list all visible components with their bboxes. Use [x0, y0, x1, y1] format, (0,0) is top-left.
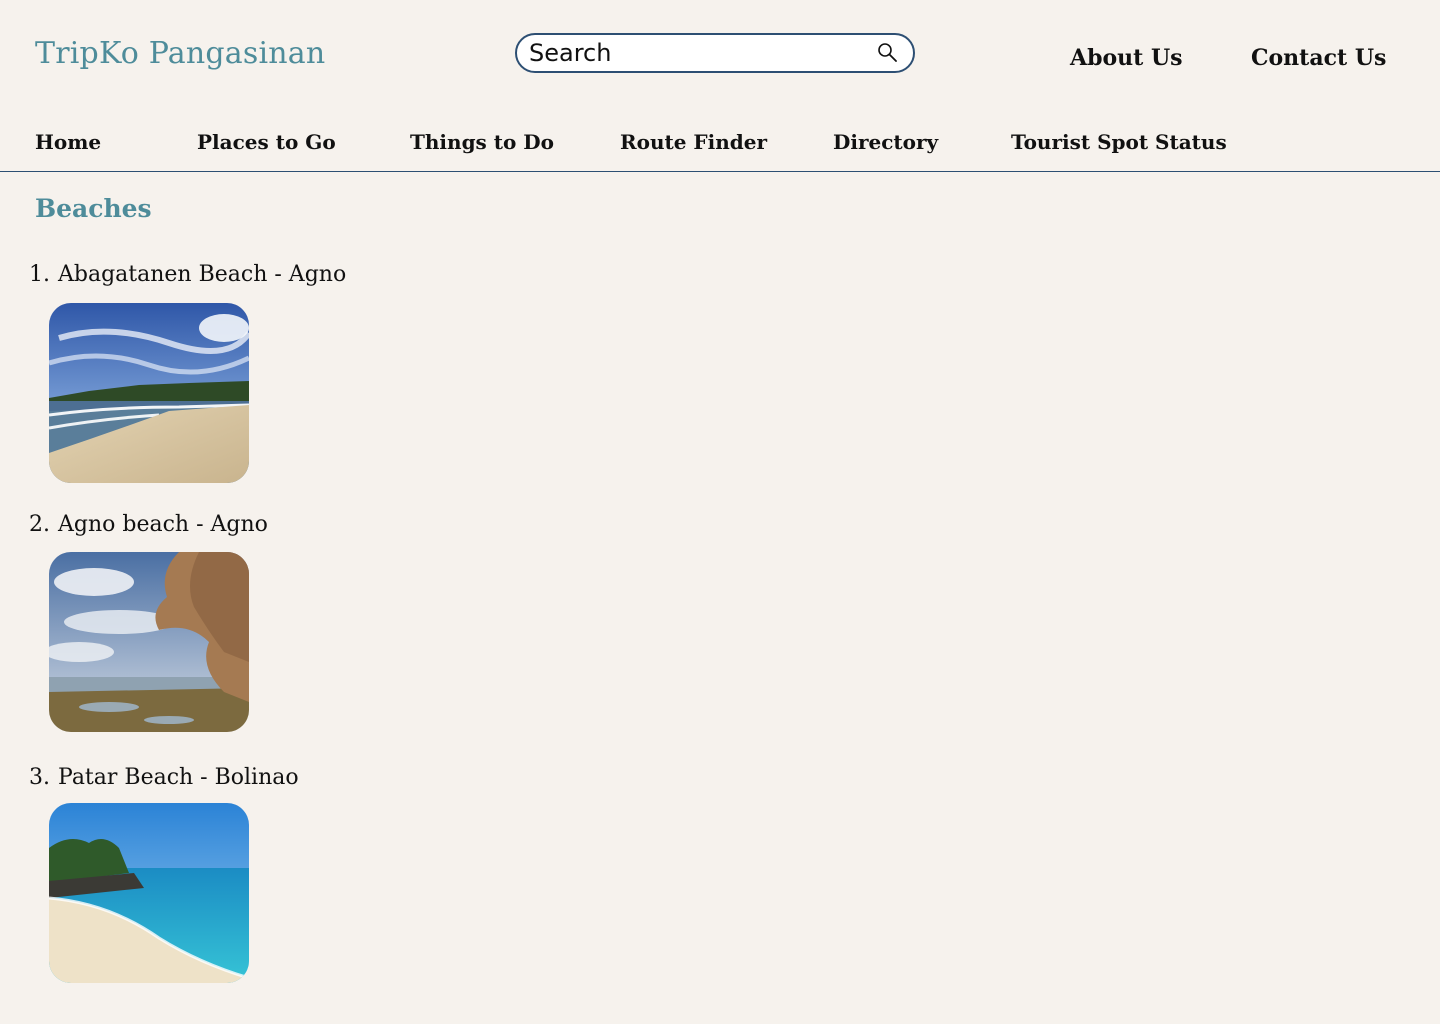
search-bar[interactable] — [515, 33, 915, 73]
beach-number: 3. — [29, 765, 50, 790]
main-nav: Home Places to Go Things to Do Route Fin… — [0, 128, 1440, 172]
beach-number: 1. — [29, 262, 50, 287]
nav-route-finder[interactable]: Route Finder — [620, 130, 767, 154]
beach-number: 2. — [29, 512, 50, 537]
nav-home[interactable]: Home — [35, 130, 101, 154]
search-input[interactable] — [529, 39, 877, 67]
beach-shoreline-photo[interactable] — [49, 303, 249, 483]
beach-title[interactable]: 3. Patar Beach - Bolinao — [29, 765, 299, 790]
beach-name: Patar Beach - Bolinao — [58, 765, 299, 790]
turquoise-beach-photo[interactable] — [49, 803, 249, 983]
page-title: Beaches — [35, 194, 152, 223]
beach-name: Agno beach - Agno — [58, 512, 268, 537]
beach-name: Abagatanen Beach - Agno — [58, 262, 347, 287]
search-icon[interactable] — [877, 42, 899, 64]
beach-title[interactable]: 2. Agno beach - Agno — [29, 512, 268, 537]
beach-title[interactable]: 1. Abagatanen Beach - Agno — [29, 262, 346, 287]
brand-logo-text[interactable]: TripKo Pangasinan — [35, 36, 325, 71]
nav-places-to-go[interactable]: Places to Go — [197, 130, 336, 154]
nav-directory[interactable]: Directory — [833, 130, 938, 154]
about-us-link[interactable]: About Us — [1070, 45, 1183, 71]
nav-things-to-do[interactable]: Things to Do — [410, 130, 554, 154]
nav-tourist-spot-status[interactable]: Tourist Spot Status — [1011, 130, 1227, 154]
rock-formation-photo[interactable] — [49, 552, 249, 732]
contact-us-link[interactable]: Contact Us — [1251, 45, 1386, 71]
